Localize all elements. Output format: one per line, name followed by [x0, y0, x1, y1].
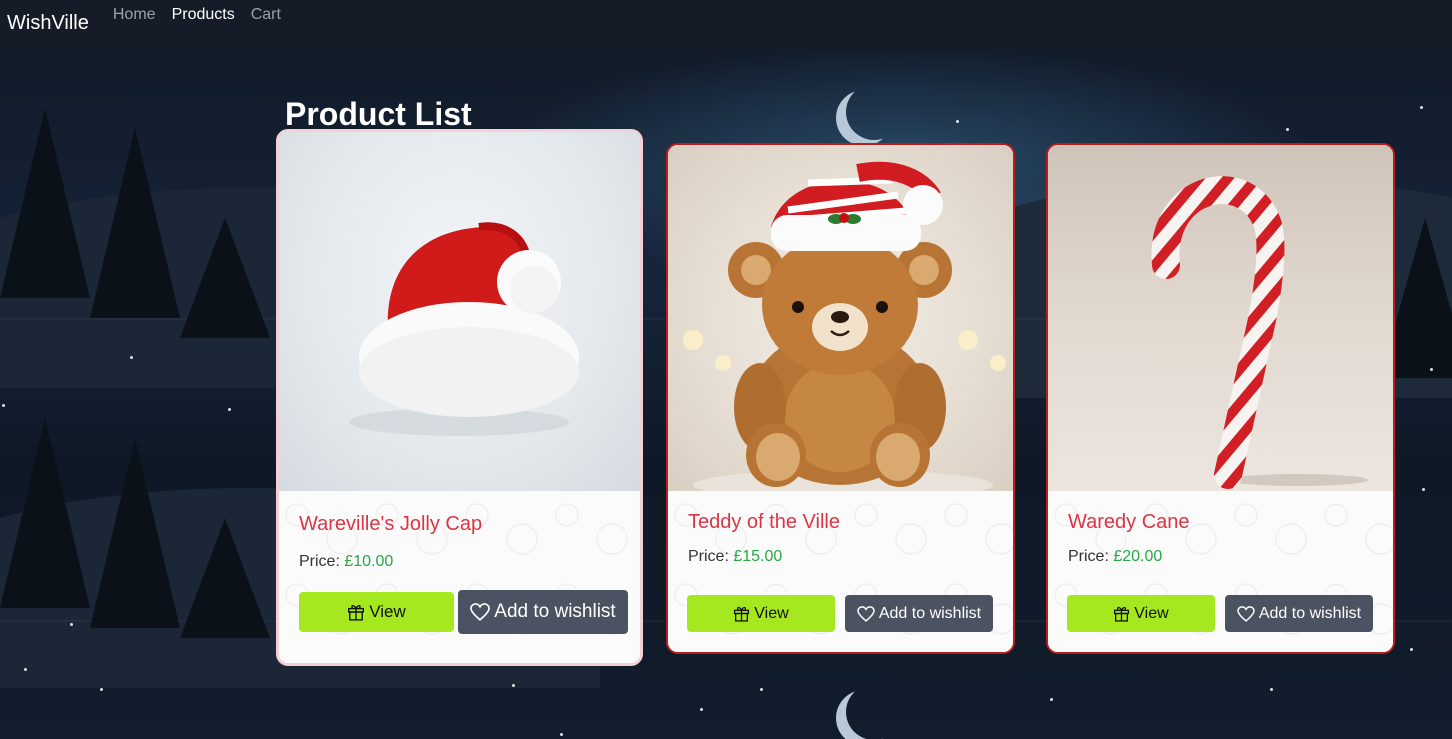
price-value: £10.00: [344, 553, 394, 570]
price-value: £20.00: [1113, 548, 1163, 565]
heart-icon: [857, 605, 875, 622]
nav-link-home[interactable]: Home: [113, 6, 156, 24]
nav-link-products[interactable]: Products: [172, 6, 235, 24]
gift-icon: [1114, 606, 1130, 622]
wishlist-button-label: Add to wishlist: [878, 604, 982, 622]
product-price: Price: £10.00: [299, 553, 393, 571]
price-label: Price:: [1068, 548, 1109, 565]
view-button[interactable]: View: [1067, 595, 1215, 632]
product-price: Price: £20.00: [1068, 548, 1162, 566]
teddy-bear-icon: [683, 161, 1006, 491]
product-card: Teddy of the Ville Price: £15.00 View Ad…: [666, 143, 1015, 654]
view-button-label: View: [754, 604, 789, 622]
price-value: £15.00: [733, 548, 783, 565]
product-image-teddy-bear[interactable]: [668, 145, 1013, 491]
gift-icon: [348, 605, 365, 621]
santa-hat-icon: [349, 222, 579, 436]
page-title: Product List: [285, 96, 472, 132]
product-name[interactable]: Teddy of the Ville: [688, 511, 840, 534]
heart-icon: [1237, 605, 1255, 622]
brand-logo[interactable]: WishVille: [7, 12, 89, 35]
product-image-santa-hat[interactable]: [279, 132, 640, 494]
add-to-wishlist-button[interactable]: Add to wishlist: [1225, 595, 1373, 632]
product-name[interactable]: Waredy Cane: [1068, 511, 1190, 534]
add-to-wishlist-button[interactable]: Add to wishlist: [458, 590, 628, 634]
product-price: Price: £15.00: [688, 548, 782, 566]
heart-icon: [470, 603, 491, 621]
product-card: Waredy Cane Price: £20.00 View Add to wi…: [1046, 143, 1395, 654]
view-button[interactable]: View: [687, 595, 835, 632]
gift-icon: [734, 606, 750, 622]
price-label: Price:: [299, 553, 340, 570]
top-navbar: WishVille Home Products Cart: [0, 0, 1452, 48]
view-button-label: View: [1134, 604, 1169, 622]
product-image-candy-cane[interactable]: [1048, 145, 1393, 491]
product-card: Wareville's Jolly Cap Price: £10.00 View…: [276, 129, 643, 666]
product-card-body: Waredy Cane Price: £20.00 View Add to wi…: [1048, 491, 1393, 652]
candy-cane-icon: [1151, 176, 1368, 489]
nav-link-cart[interactable]: Cart: [251, 6, 281, 24]
add-to-wishlist-button[interactable]: Add to wishlist: [845, 595, 993, 632]
wishlist-button-label: Add to wishlist: [1258, 604, 1362, 622]
product-name[interactable]: Wareville's Jolly Cap: [299, 513, 482, 536]
view-button-label: View: [369, 602, 406, 621]
view-button[interactable]: View: [299, 592, 454, 632]
wishlist-button-label: Add to wishlist: [494, 601, 616, 622]
product-card-body: Teddy of the Ville Price: £15.00 View Ad…: [668, 491, 1013, 652]
product-card-body: Wareville's Jolly Cap Price: £10.00 View…: [279, 491, 640, 663]
price-label: Price:: [688, 548, 729, 565]
